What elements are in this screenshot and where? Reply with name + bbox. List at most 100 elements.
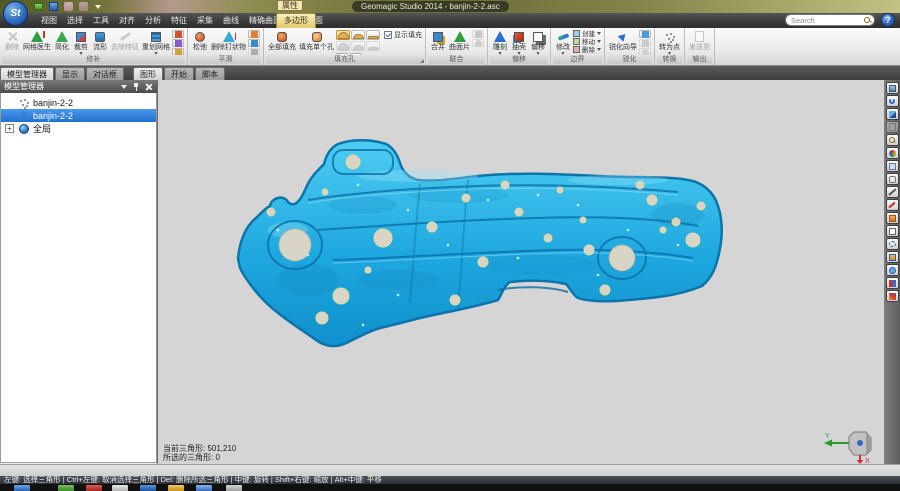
pan-icon[interactable] xyxy=(886,160,899,172)
panel-tab-display[interactable]: 显示 xyxy=(55,67,85,80)
viewport-tab-start[interactable]: 开始 xyxy=(164,67,194,80)
trim-button[interactable]: 裁剪 xyxy=(72,29,90,56)
panel-tab-model-manager[interactable]: 模型管理器 xyxy=(0,67,54,80)
tab-polygons[interactable]: 多边形 xyxy=(276,13,316,28)
panel-close-button[interactable] xyxy=(143,82,153,92)
relax-button[interactable]: 松弛 xyxy=(191,29,209,52)
manifold-button[interactable]: 流形 xyxy=(91,29,109,52)
zoom-window-icon[interactable] xyxy=(886,108,899,120)
shade-mode-icon[interactable] xyxy=(886,147,899,159)
menu-align[interactable]: 对齐 xyxy=(114,13,140,28)
menu-view[interactable]: 视图 xyxy=(36,13,62,28)
axis-triad[interactable]: Y X xyxy=(822,426,878,464)
expand-icon[interactable]: + xyxy=(5,124,14,133)
bridge-1-button[interactable] xyxy=(336,41,350,51)
undo-button[interactable] xyxy=(62,1,74,12)
defeature-button[interactable]: 去除特征 xyxy=(110,29,140,52)
taskbar-item[interactable] xyxy=(58,485,74,491)
merge-button[interactable]: 合并 xyxy=(429,29,447,52)
viewport-tab-script[interactable]: 脚本 xyxy=(195,67,225,80)
mesh-doctor-button[interactable]: 网格医生 xyxy=(22,29,52,52)
fill-flat-button[interactable] xyxy=(366,30,380,40)
taskbar-item[interactable] xyxy=(86,485,102,491)
repair-mini-1-icon[interactable] xyxy=(172,30,184,38)
menu-curves[interactable]: 曲线 xyxy=(218,13,244,28)
app-logo[interactable]: St xyxy=(3,1,28,26)
combine-mini-1-icon[interactable] xyxy=(472,30,484,38)
fill-curvature-button[interactable] xyxy=(336,30,350,40)
taskbar-item[interactable] xyxy=(140,485,156,491)
fill-all-button[interactable]: 全部填充 xyxy=(267,29,297,52)
select-paint-icon[interactable] xyxy=(886,290,899,302)
zoom-icon[interactable] xyxy=(886,134,899,146)
viewport-tab-graphics[interactable]: 图形 xyxy=(133,67,163,80)
print-icon[interactable] xyxy=(886,121,899,133)
patch-button[interactable]: 曲面片 xyxy=(448,29,471,52)
panel-menu-button[interactable] xyxy=(119,82,129,92)
shell-button[interactable]: 抽壳 xyxy=(510,29,528,56)
select-visible-icon[interactable] xyxy=(886,212,899,224)
remove-spikes-button[interactable]: 删除钉状物 xyxy=(210,29,247,52)
title-bar[interactable]: Geomagic Studio 2014 - banjin-2-2.asc 属性 xyxy=(0,0,900,13)
taskbar-item[interactable] xyxy=(168,485,184,491)
bridge-2-button[interactable] xyxy=(351,41,365,51)
fit-window-icon[interactable] xyxy=(886,82,899,94)
taskbar-item[interactable] xyxy=(14,485,30,491)
tree-item-mesh-selected[interactable]: banjin-2-2 xyxy=(1,109,156,122)
magnify-icon[interactable] xyxy=(886,173,899,185)
menu-analysis[interactable]: 分析 xyxy=(140,13,166,28)
tree-item-points[interactable]: banjin-2-2 xyxy=(1,96,156,109)
delete-boundary-button[interactable]: 删除 xyxy=(573,45,601,53)
windows-taskbar[interactable] xyxy=(0,484,900,491)
convert-to-points-button[interactable]: 转为点 xyxy=(658,29,681,56)
import-button[interactable] xyxy=(32,1,44,12)
save-button[interactable] xyxy=(47,1,59,12)
offset-button[interactable]: 偏移 xyxy=(529,29,547,56)
smooth-mini-1-icon[interactable] xyxy=(248,30,260,38)
select-line-icon[interactable] xyxy=(886,277,899,289)
taskbar-item[interactable] xyxy=(226,485,242,491)
sharpen-wizard-button[interactable]: 锐化向导 xyxy=(608,29,638,52)
modify-boundary-icon xyxy=(555,29,571,44)
sculpt-button[interactable]: 雕刻 xyxy=(491,29,509,56)
send-to-button[interactable]: 发送到 xyxy=(688,29,711,52)
mesh-model[interactable] xyxy=(158,80,884,464)
redo-button[interactable] xyxy=(77,1,89,12)
show-fill-checkbox[interactable] xyxy=(384,31,392,39)
delete-button[interactable]: 删除 xyxy=(3,29,21,52)
fill-tangent-button[interactable] xyxy=(351,30,365,40)
panel-tab-dialog[interactable]: 对话框 xyxy=(86,67,124,80)
select-rectangle-icon[interactable] xyxy=(886,251,899,263)
menu-features[interactable]: 特征 xyxy=(166,13,192,28)
taskbar-item[interactable] xyxy=(112,485,128,491)
smooth-mini-2-icon[interactable] xyxy=(248,39,260,47)
qat-customize-button[interactable] xyxy=(92,1,104,12)
sharpen-mini-2-icon[interactable] xyxy=(639,39,651,47)
taskbar-item[interactable] xyxy=(196,485,212,491)
panel-pin-button[interactable] xyxy=(131,82,141,92)
remesh-button[interactable]: 重划网格 xyxy=(141,29,171,56)
select-through-icon[interactable] xyxy=(886,225,899,237)
select-ellipse-icon[interactable] xyxy=(886,264,899,276)
search-icon[interactable] xyxy=(864,17,871,24)
measure-icon[interactable] xyxy=(886,186,899,198)
sharpen-mini-1-icon[interactable] xyxy=(639,30,651,38)
decimate-button[interactable]: 简化 xyxy=(53,29,71,52)
annotate-icon[interactable] xyxy=(886,199,899,211)
group-label-offset: 偏移 xyxy=(490,55,548,64)
menu-tools[interactable]: 工具 xyxy=(88,13,114,28)
menu-capture[interactable]: 采集 xyxy=(192,13,218,28)
help-button[interactable]: ? xyxy=(881,13,895,27)
bridge-3-button[interactable] xyxy=(366,41,380,51)
menu-select[interactable]: 选择 xyxy=(62,13,88,28)
tree-item-global[interactable]: + 全局 xyxy=(1,122,156,135)
select-lasso-icon[interactable] xyxy=(886,238,899,250)
fill-single-button[interactable]: 填充单个孔 xyxy=(298,29,335,52)
3d-viewport[interactable]: 当前三角形: 501,210 所选的三角形: 0 Y X xyxy=(158,80,884,464)
fill-holes-dialog-launcher-icon[interactable] xyxy=(420,59,424,63)
combine-mini-2-icon[interactable] xyxy=(472,39,484,47)
search-input[interactable]: Search xyxy=(785,14,875,26)
repair-mini-2-icon[interactable] xyxy=(172,39,184,47)
rotate-view-icon[interactable] xyxy=(886,95,899,107)
modify-boundary-button[interactable]: 修改 xyxy=(554,29,572,56)
